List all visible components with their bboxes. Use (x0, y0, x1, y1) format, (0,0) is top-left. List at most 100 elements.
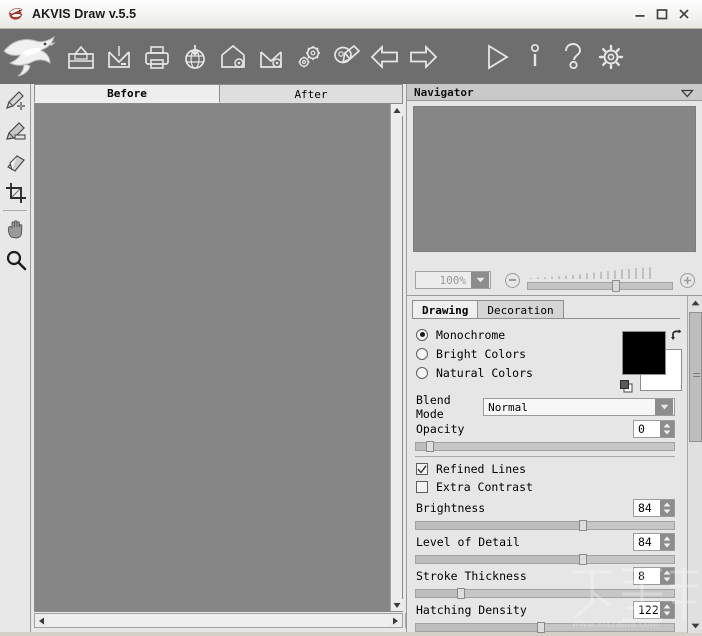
undo-button[interactable] (366, 35, 404, 79)
minimize-button[interactable] (630, 4, 650, 24)
redo-button[interactable] (404, 35, 442, 79)
image-canvas-container (34, 103, 403, 612)
maximize-button[interactable] (652, 4, 672, 24)
level-of-detail-spin-buttons[interactable] (660, 534, 674, 550)
scroll-left-icon[interactable] (35, 614, 48, 627)
help-button[interactable] (554, 35, 592, 79)
hatching-density-stepper[interactable]: 122 (633, 601, 675, 619)
radio-bright-colors-indicator[interactable] (416, 347, 428, 360)
zoom-in-button[interactable] (680, 272, 695, 288)
window-title: AKVIS Draw v.5.5 (32, 7, 137, 21)
save-preset-button[interactable] (252, 35, 290, 79)
chevron-down-icon[interactable] (471, 272, 489, 288)
blend-mode-select[interactable]: Normal (483, 398, 675, 416)
settings-scroll-thumb[interactable] (689, 312, 702, 442)
zoom-out-button[interactable] (505, 272, 520, 288)
refined-lines-row[interactable]: Refined Lines (416, 460, 683, 478)
zoom-slider[interactable] (527, 267, 673, 293)
tool-crop[interactable] (0, 177, 31, 208)
image-canvas[interactable] (35, 104, 390, 611)
extra-contrast-label: Extra Contrast (436, 480, 533, 494)
tool-eraser[interactable] (0, 146, 31, 177)
akvis-bird-logo (2, 33, 58, 81)
load-preset-button[interactable] (214, 35, 252, 79)
scroll-right-icon[interactable] (389, 614, 402, 627)
settings-scroll-up-icon[interactable] (688, 296, 702, 310)
stroke-thickness-spin-buttons[interactable] (660, 568, 674, 584)
extra-contrast-checkbox[interactable] (416, 481, 428, 493)
settings-body: Monochrome Bright Colors Natural Colors (407, 319, 683, 633)
tool-hand[interactable] (0, 213, 31, 244)
brightness-spin-buttons[interactable] (660, 500, 674, 516)
refined-lines-label: Refined Lines (436, 462, 527, 476)
right-panel: Navigator 100% Drawing Decoration Monoch… (406, 84, 702, 633)
close-button[interactable] (674, 4, 694, 24)
opacity-spin-buttons[interactable] (660, 421, 674, 437)
open-image-button[interactable] (62, 35, 100, 79)
settings-scroll-down-icon[interactable] (688, 619, 702, 633)
foreground-color-swatch[interactable] (622, 331, 666, 375)
opacity-row: Opacity 0 (416, 419, 675, 439)
radio-monochrome-indicator[interactable] (416, 328, 428, 341)
radio-bright-colors-label: Bright Colors (436, 346, 527, 361)
window-controls (630, 4, 694, 24)
tab-before-label: Before (107, 87, 147, 100)
opacity-slider[interactable] (415, 441, 675, 452)
title-bar: AKVIS Draw v.5.5 (0, 0, 702, 29)
edit-preferences-button[interactable] (328, 35, 366, 79)
zoom-level-combo[interactable]: 100% (415, 271, 491, 289)
tab-decoration-label: Decoration (487, 303, 554, 317)
navigator-preview[interactable] (413, 106, 696, 252)
opacity-stepper[interactable]: 0 (633, 420, 675, 438)
image-area: Before After (31, 84, 421, 632)
settings-vertical-scrollbar[interactable] (687, 296, 702, 633)
zoom-slider-thumb[interactable] (612, 280, 620, 292)
brightness-stepper[interactable]: 84 (633, 499, 675, 517)
tool-highlighter[interactable] (0, 115, 31, 146)
navigator-header: Navigator (407, 84, 702, 101)
publish-web-button[interactable] (176, 35, 214, 79)
about-button[interactable] (516, 35, 554, 79)
radio-natural-colors-indicator[interactable] (416, 366, 428, 379)
tab-before[interactable]: Before (34, 84, 220, 103)
tab-decoration[interactable]: Decoration (478, 300, 564, 319)
print-image-button[interactable] (138, 35, 176, 79)
app-bird-icon (7, 5, 25, 23)
blend-mode-label: Blend Mode (416, 393, 451, 421)
run-button[interactable] (478, 35, 516, 79)
swap-colors-icon[interactable] (670, 328, 683, 347)
stroke-thickness-label: Stroke Thickness (416, 569, 527, 583)
extra-contrast-row[interactable]: Extra Contrast (416, 478, 683, 496)
scroll-down-icon[interactable] (391, 599, 403, 611)
canvas-vertical-scrollbar[interactable] (390, 104, 403, 611)
level-of-detail-stepper[interactable]: 84 (633, 533, 675, 551)
hatching-density-slider[interactable] (415, 622, 675, 633)
level-of-detail-label: Level of Detail (416, 535, 520, 549)
tool-pencil-add[interactable] (0, 84, 31, 115)
chevron-down-icon[interactable] (655, 399, 673, 415)
canvas-horizontal-scrollbar[interactable] (34, 613, 403, 628)
hatching-density-spin-buttons[interactable] (660, 602, 674, 618)
tab-after-label: After (294, 87, 328, 101)
opacity-value: 0 (638, 422, 645, 436)
default-colors-icon[interactable] (620, 379, 634, 398)
chevron-down-icon[interactable] (680, 83, 694, 102)
zoom-slider-ticks (530, 267, 651, 279)
brightness-slider[interactable] (415, 520, 675, 531)
tab-after[interactable]: After (220, 84, 403, 103)
stroke-thickness-slider[interactable] (415, 588, 675, 599)
tab-drawing[interactable]: Drawing (412, 300, 479, 319)
save-image-button[interactable] (100, 35, 138, 79)
stroke-thickness-stepper[interactable]: 8 (633, 567, 675, 585)
settings-divider (415, 456, 675, 457)
scroll-up-icon[interactable] (391, 104, 403, 116)
zoom-slider-track[interactable] (527, 282, 673, 290)
settings-tabs: Drawing Decoration (412, 300, 564, 319)
hatching-density-value: 122 (638, 603, 659, 617)
preferences-button[interactable] (592, 35, 630, 79)
refined-lines-checkbox[interactable] (416, 463, 428, 475)
level-of-detail-slider[interactable] (415, 554, 675, 565)
horizontal-scroll-track[interactable] (48, 614, 389, 627)
tool-zoom[interactable] (0, 244, 31, 275)
batch-processing-button[interactable] (290, 35, 328, 79)
